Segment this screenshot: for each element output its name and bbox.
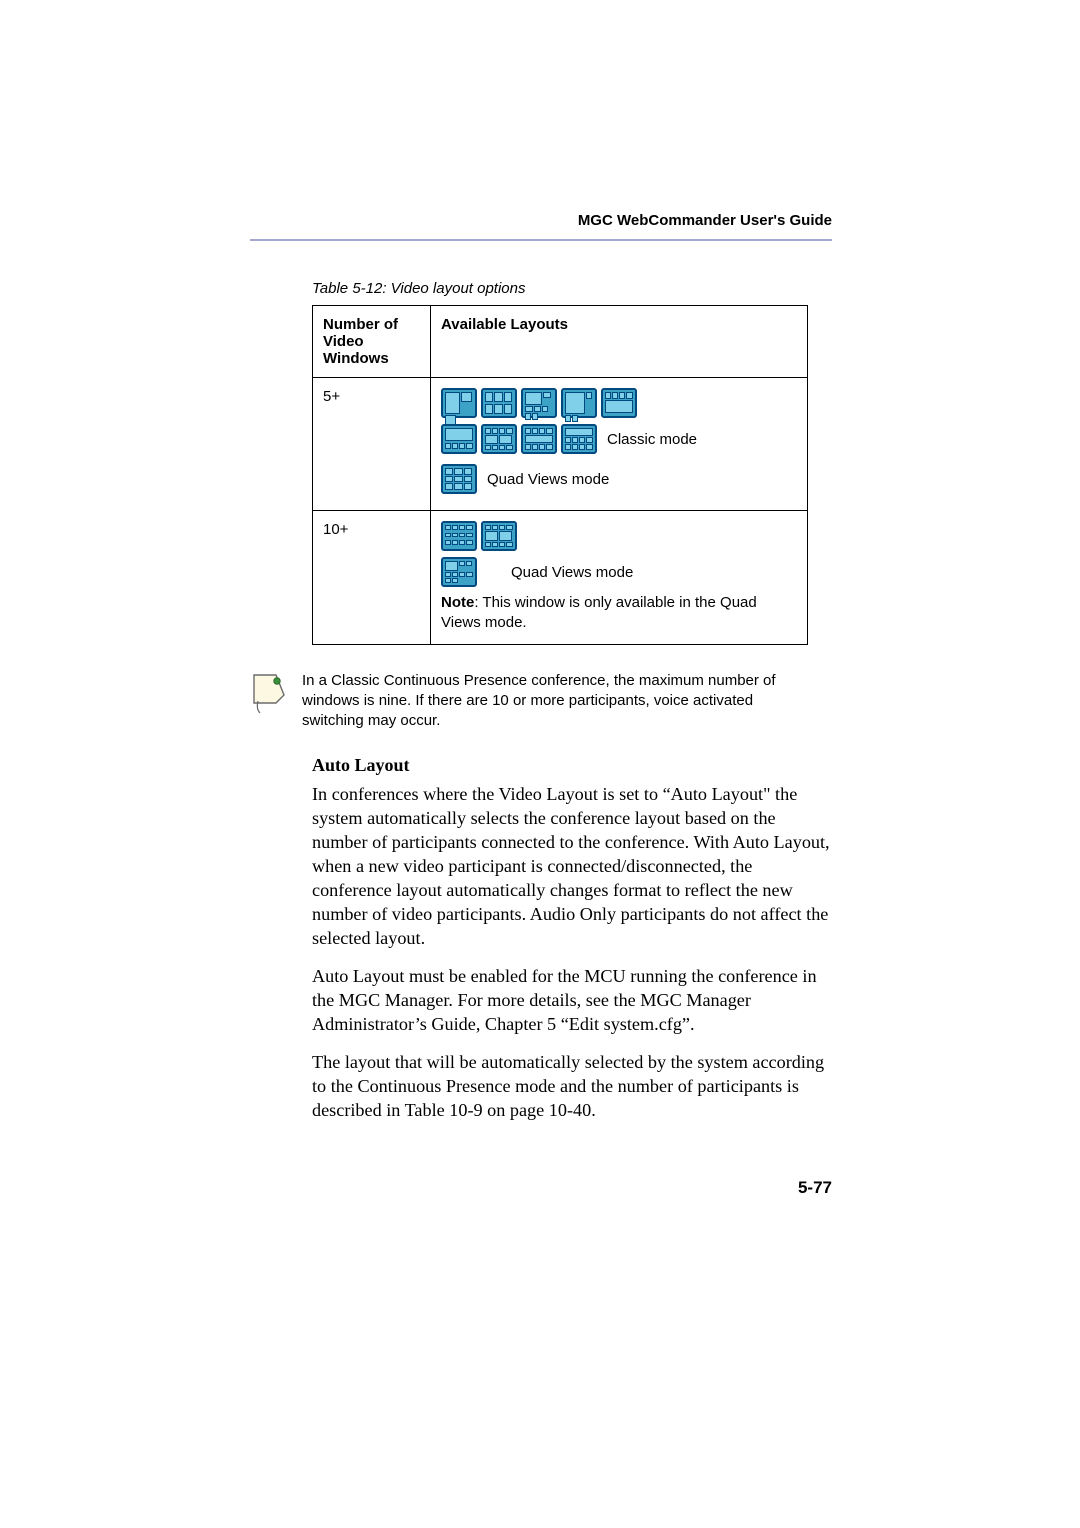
cell-windows: 5+ bbox=[313, 378, 431, 511]
col-header-layouts: Available Layouts bbox=[431, 306, 808, 378]
header-rule bbox=[250, 239, 832, 241]
layout-icon bbox=[441, 557, 477, 587]
layout-icon bbox=[481, 388, 517, 418]
layout-icon bbox=[441, 464, 477, 494]
layout-icon bbox=[441, 521, 477, 551]
cell-layouts: Quad Views mode Note: This window is onl… bbox=[431, 511, 808, 645]
table-row: 5+ bbox=[313, 378, 808, 511]
section-heading-auto-layout: Auto Layout bbox=[312, 755, 832, 776]
layout-icons-row: Quad Views mode bbox=[441, 557, 797, 587]
layout-icon bbox=[561, 424, 597, 454]
page-header: MGC WebCommander User's Guide bbox=[250, 212, 832, 281]
layout-icon bbox=[441, 424, 477, 454]
layout-icon bbox=[601, 388, 637, 418]
col-header-windows: Number of Video Windows bbox=[313, 306, 431, 378]
guide-title: MGC WebCommander User's Guide bbox=[250, 212, 832, 229]
note-tag-icon bbox=[250, 671, 288, 720]
layout-icon bbox=[481, 424, 517, 454]
body-paragraph: In conferences where the Video Layout is… bbox=[312, 782, 832, 950]
note-text: Note: This window is only available in t… bbox=[441, 593, 797, 634]
note-body: : This window is only available in the Q… bbox=[441, 594, 757, 631]
video-layout-table: Number of Video Windows Available Layout… bbox=[312, 305, 808, 645]
layout-icons-row: Classic mode bbox=[441, 424, 797, 454]
quad-views-mode-label: Quad Views mode bbox=[487, 471, 609, 488]
layout-icons-row bbox=[441, 521, 797, 551]
cell-windows: 10+ bbox=[313, 511, 431, 645]
layout-icon bbox=[441, 388, 477, 418]
table-row: 10+ bbox=[313, 511, 808, 645]
layout-icons-row bbox=[441, 388, 797, 418]
layout-icon bbox=[521, 388, 557, 418]
classic-mode-label: Classic mode bbox=[607, 431, 697, 448]
cell-layouts: Classic mode Quad Views mode bbox=[431, 378, 808, 511]
page-number: 5-77 bbox=[798, 1178, 832, 1198]
note-prefix: Note bbox=[441, 594, 474, 611]
info-note-block: In a Classic Continuous Presence confere… bbox=[250, 671, 832, 732]
body-paragraph: Auto Layout must be enabled for the MCU … bbox=[312, 964, 832, 1036]
page-content: Table 5-12: Video layout options Number … bbox=[312, 280, 832, 1136]
table-caption: Table 5-12: Video layout options bbox=[312, 280, 832, 297]
info-note-text: In a Classic Continuous Presence confere… bbox=[302, 671, 802, 732]
layout-icons-row: Quad Views mode bbox=[441, 464, 797, 494]
table-header-row: Number of Video Windows Available Layout… bbox=[313, 306, 808, 378]
document-page: MGC WebCommander User's Guide Table 5-12… bbox=[0, 0, 1080, 1528]
layout-icon bbox=[481, 521, 517, 551]
layout-icon bbox=[521, 424, 557, 454]
quad-views-mode-label: Quad Views mode bbox=[511, 564, 633, 581]
layout-icon bbox=[561, 388, 597, 418]
body-paragraph: The layout that will be automatically se… bbox=[312, 1050, 832, 1122]
